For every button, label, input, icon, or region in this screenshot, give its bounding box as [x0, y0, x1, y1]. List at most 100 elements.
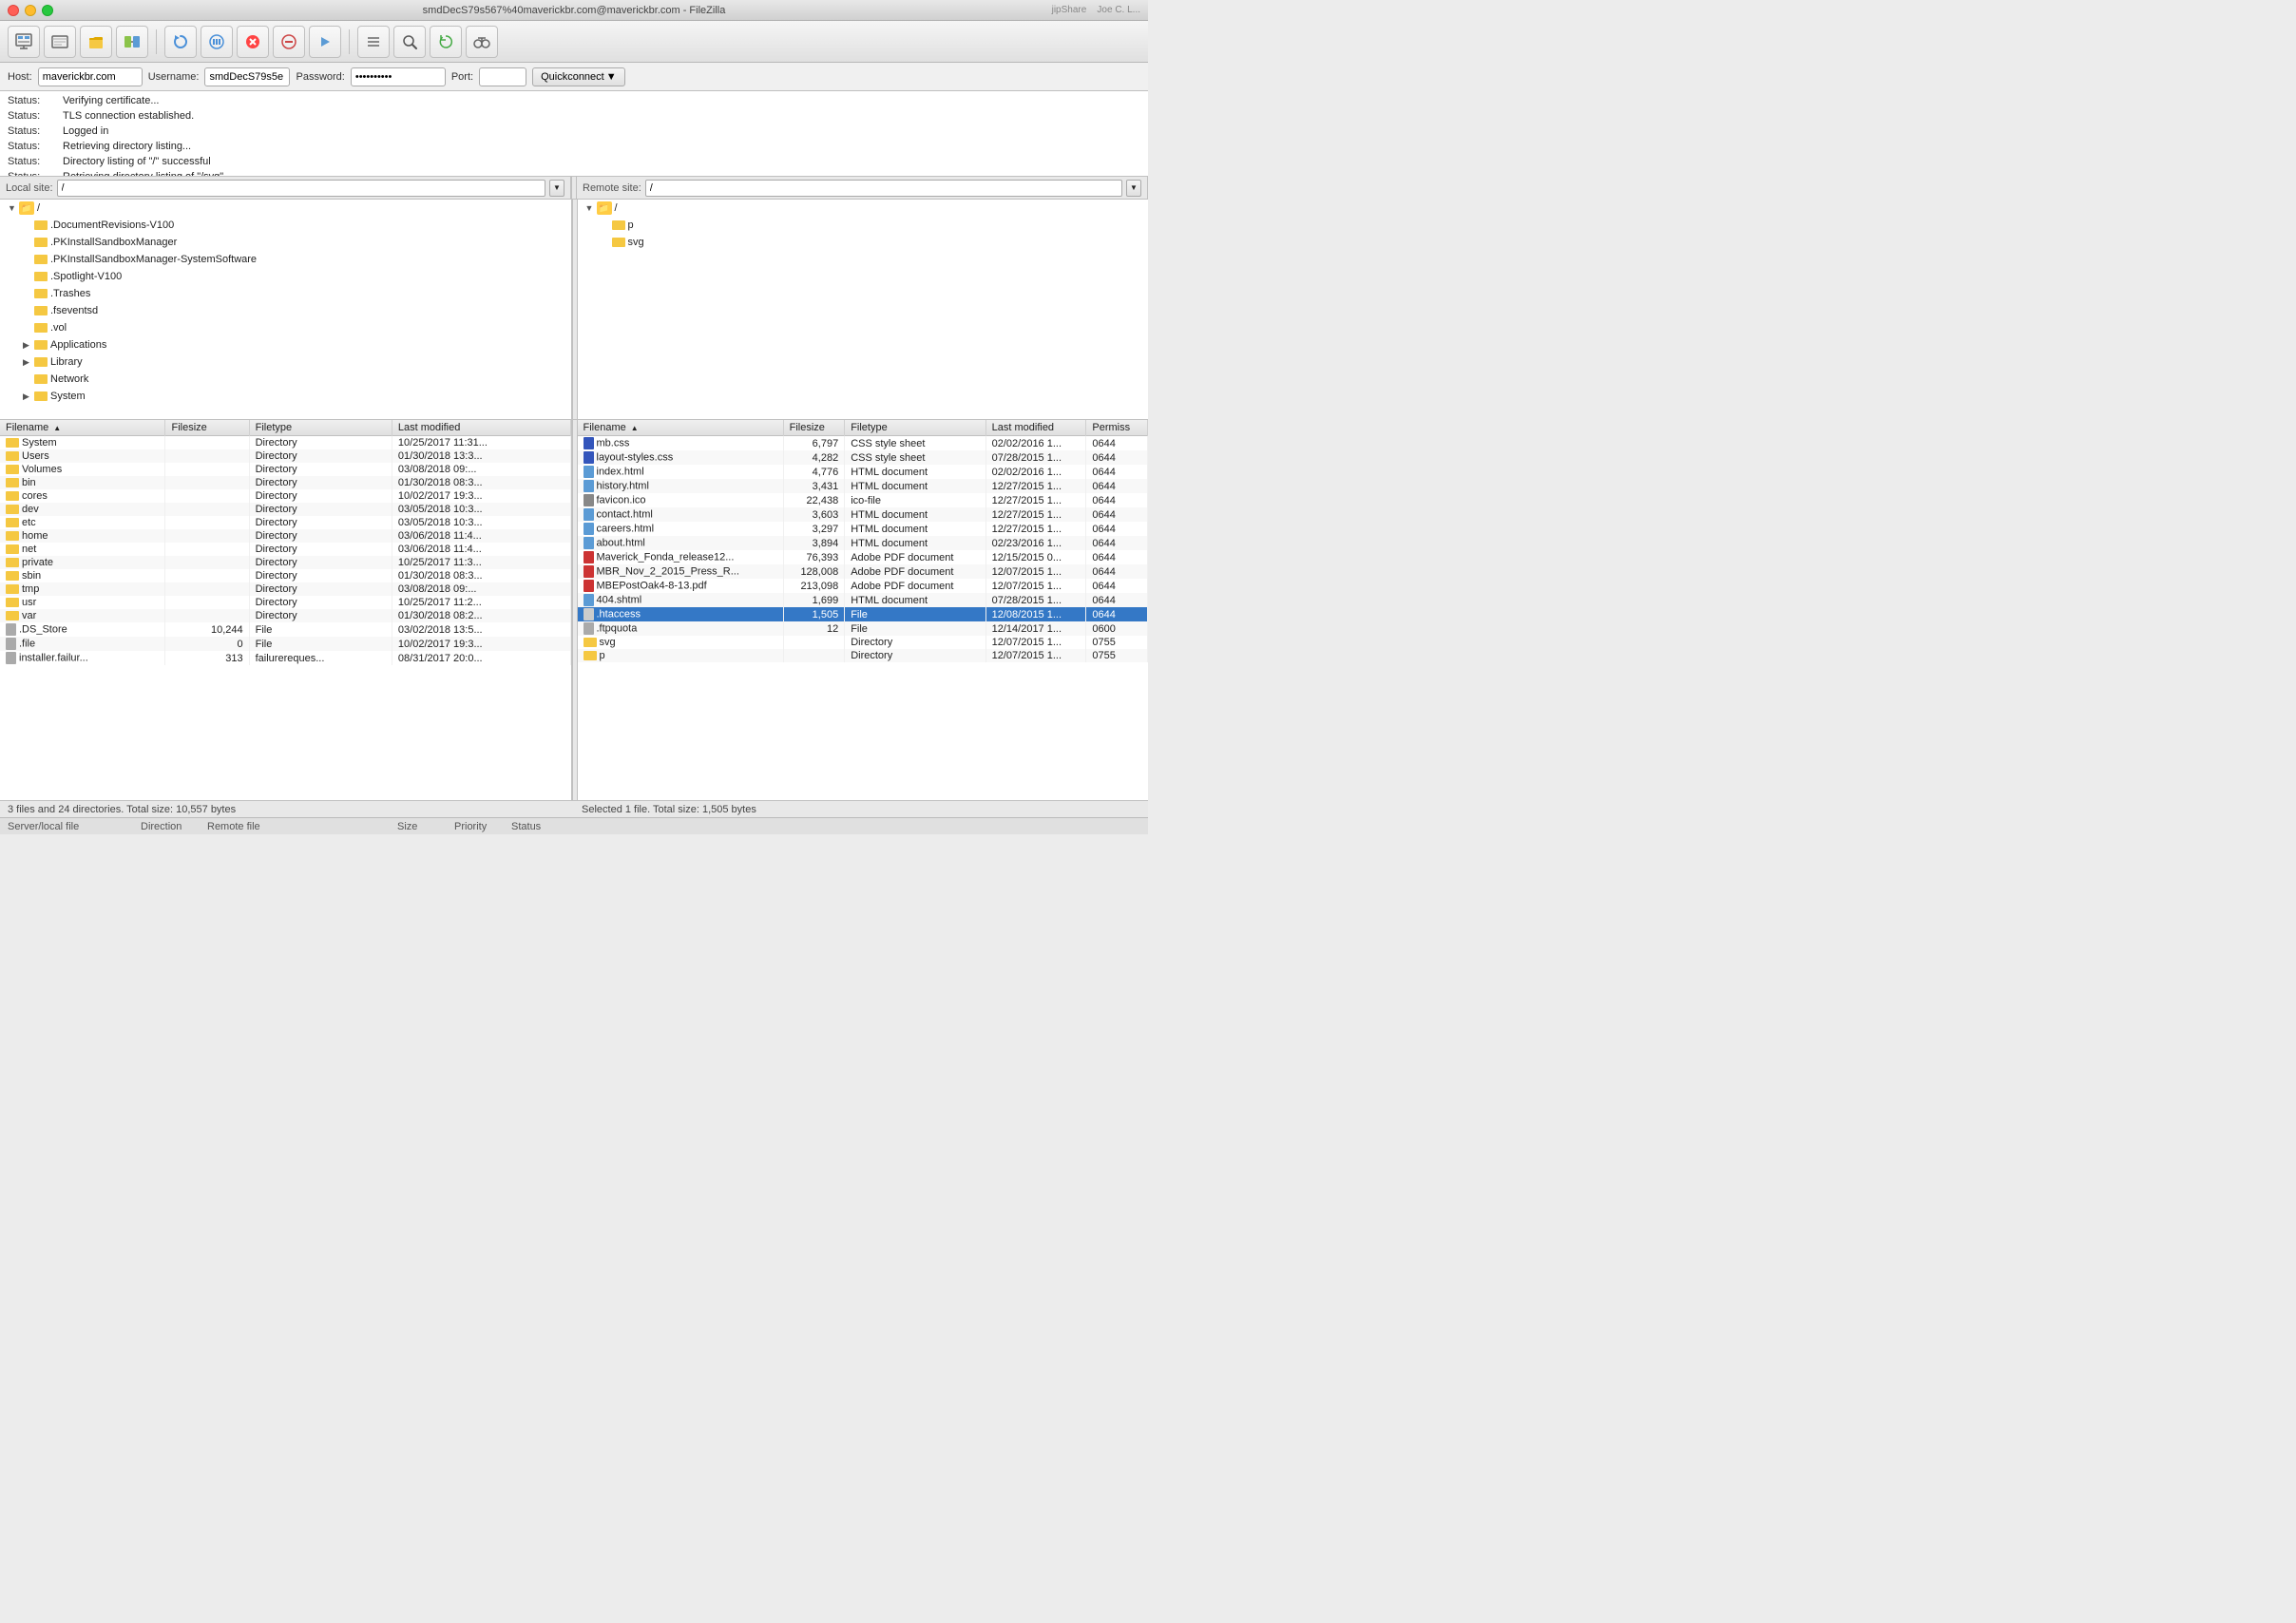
- username-input[interactable]: [204, 67, 290, 86]
- table-row[interactable]: index.html 4,776 HTML document 02/02/201…: [578, 465, 1148, 479]
- refresh-button[interactable]: [164, 26, 197, 58]
- table-row[interactable]: contact.html 3,603 HTML document 12/27/2…: [578, 507, 1148, 522]
- table-row[interactable]: mb.css 6,797 CSS style sheet 02/02/2016 …: [578, 436, 1148, 451]
- local-browser-button[interactable]: [80, 26, 112, 58]
- folder-icon: [6, 544, 19, 554]
- table-row[interactable]: layout-styles.css 4,282 CSS style sheet …: [578, 450, 1148, 465]
- tree-item-label: svg: [628, 237, 644, 248]
- quickconnect-button[interactable]: Quickconnect ▼: [532, 67, 625, 86]
- disconnect-button[interactable]: [273, 26, 305, 58]
- remote-tree-item[interactable]: svg: [578, 234, 1149, 251]
- local-col-filetype[interactable]: Filetype: [249, 420, 392, 436]
- messages-button[interactable]: [44, 26, 76, 58]
- host-input[interactable]: [38, 67, 143, 86]
- remote-col-perms[interactable]: Permiss: [1086, 420, 1148, 436]
- cancel-button[interactable]: [237, 26, 269, 58]
- table-row[interactable]: p Directory 12/07/2015 1... 0755: [578, 649, 1148, 662]
- cell-filename: MBEPostOak4-8-13.pdf: [578, 579, 784, 593]
- table-row[interactable]: .ftpquota 12 File 12/14/2017 1... 0600: [578, 621, 1148, 636]
- root-icon: 📁: [19, 201, 34, 215]
- cell-filetype: CSS style sheet: [845, 436, 985, 451]
- cell-filesize: 4,776: [783, 465, 845, 479]
- local-tree-item[interactable]: ▼📁/: [0, 200, 571, 217]
- cell-filename: usr: [0, 596, 165, 609]
- table-row[interactable]: tmp Directory 03/08/2018 09:...: [0, 582, 570, 596]
- table-row[interactable]: dev Directory 03/05/2018 10:3...: [0, 503, 570, 516]
- local-col-filesize[interactable]: Filesize: [165, 420, 249, 436]
- site-manager-button[interactable]: [8, 26, 40, 58]
- local-tree-item[interactable]: .PKInstallSandboxManager: [0, 234, 571, 251]
- binoculars-button[interactable]: [466, 26, 498, 58]
- cell-filename: mb.css: [578, 436, 784, 451]
- local-tree-item[interactable]: ▶Library: [0, 353, 571, 371]
- minimize-button[interactable]: [25, 5, 36, 16]
- local-site-path[interactable]: [57, 180, 545, 197]
- table-row[interactable]: 404.shtml 1,699 HTML document 07/28/2015…: [578, 593, 1148, 607]
- status-line: Status:Retrieving directory listing...: [8, 139, 1140, 154]
- remote-tree-item[interactable]: ▼📁/: [578, 200, 1149, 217]
- remote-col-modified[interactable]: Last modified: [985, 420, 1086, 436]
- table-row[interactable]: System Directory 10/25/2017 11:31...: [0, 436, 570, 450]
- table-row[interactable]: history.html 3,431 HTML document 12/27/2…: [578, 479, 1148, 493]
- table-row[interactable]: cores Directory 10/02/2017 19:3...: [0, 489, 570, 503]
- table-row[interactable]: MBR_Nov_2_2015_Press_R... 128,008 Adobe …: [578, 564, 1148, 579]
- cell-filename: cores: [0, 489, 165, 503]
- table-row[interactable]: private Directory 10/25/2017 11:3...: [0, 556, 570, 569]
- local-site-dropdown[interactable]: ▼: [549, 180, 564, 197]
- table-row[interactable]: Volumes Directory 03/08/2018 09:...: [0, 463, 570, 476]
- table-row[interactable]: bin Directory 01/30/2018 08:3...: [0, 476, 570, 489]
- table-row[interactable]: MBEPostOak4-8-13.pdf 213,098 Adobe PDF d…: [578, 579, 1148, 593]
- close-button[interactable]: [8, 5, 19, 16]
- table-row[interactable]: usr Directory 10/25/2017 11:2...: [0, 596, 570, 609]
- remote-col-filesize[interactable]: Filesize: [783, 420, 845, 436]
- local-tree-item[interactable]: ▶System: [0, 388, 571, 405]
- table-row[interactable]: net Directory 03/06/2018 11:4...: [0, 543, 570, 556]
- local-tree-item[interactable]: .Trashes: [0, 285, 571, 302]
- table-row[interactable]: home Directory 03/06/2018 11:4...: [0, 529, 570, 543]
- table-row[interactable]: Maverick_Fonda_release12... 76,393 Adobe…: [578, 550, 1148, 564]
- remote-site-dropdown[interactable]: ▼: [1126, 180, 1141, 197]
- remote-site-path[interactable]: [645, 180, 1122, 197]
- tree-item-label: p: [628, 220, 634, 231]
- queue-manager-button[interactable]: [357, 26, 390, 58]
- cell-filename: Users: [0, 449, 165, 463]
- remote-col-filename[interactable]: Filename ▲: [578, 420, 784, 436]
- cell-filesize: 1,505: [783, 607, 845, 621]
- table-row[interactable]: about.html 3,894 HTML document 02/23/201…: [578, 536, 1148, 550]
- local-tree-item[interactable]: Network: [0, 371, 571, 388]
- table-row[interactable]: Users Directory 01/30/2018 13:3...: [0, 449, 570, 463]
- table-row[interactable]: svg Directory 12/07/2015 1... 0755: [578, 636, 1148, 649]
- sync-button[interactable]: [116, 26, 148, 58]
- file-icon: [6, 638, 16, 650]
- reconnect-button[interactable]: [309, 26, 341, 58]
- search-button[interactable]: [393, 26, 426, 58]
- process-queue-button[interactable]: [201, 26, 233, 58]
- table-row[interactable]: .htaccess 1,505 File 12/08/2015 1... 064…: [578, 607, 1148, 621]
- table-row[interactable]: .file 0 File 10/02/2017 19:3...: [0, 637, 570, 651]
- port-input[interactable]: [479, 67, 526, 86]
- table-row[interactable]: favicon.ico 22,438 ico-file 12/27/2015 1…: [578, 493, 1148, 507]
- local-col-modified[interactable]: Last modified: [392, 420, 570, 436]
- local-col-filename[interactable]: Filename ▲: [0, 420, 165, 436]
- local-tree-item[interactable]: ▶Applications: [0, 336, 571, 353]
- table-row[interactable]: installer.failur... 313 failurereques...…: [0, 651, 570, 665]
- cell-perms: 0644: [1086, 593, 1148, 607]
- local-tree-item[interactable]: .vol: [0, 319, 571, 336]
- table-row[interactable]: var Directory 01/30/2018 08:2...: [0, 609, 570, 622]
- maximize-button[interactable]: [42, 5, 53, 16]
- cell-filetype: Directory: [249, 543, 392, 556]
- password-input[interactable]: [351, 67, 446, 86]
- table-row[interactable]: sbin Directory 01/30/2018 08:3...: [0, 569, 570, 582]
- local-tree-item[interactable]: .Spotlight-V100: [0, 268, 571, 285]
- local-tree-item[interactable]: .DocumentRevisions-V100: [0, 217, 571, 234]
- table-row[interactable]: .DS_Store 10,244 File 03/02/2018 13:5...: [0, 622, 570, 637]
- remote-tree-item[interactable]: p: [578, 217, 1149, 234]
- compare-button[interactable]: [430, 26, 462, 58]
- remote-col-filetype[interactable]: Filetype: [845, 420, 985, 436]
- cell-filename: System: [0, 436, 165, 450]
- table-row[interactable]: careers.html 3,297 HTML document 12/27/2…: [578, 522, 1148, 536]
- cell-perms: 0644: [1086, 550, 1148, 564]
- local-tree-item[interactable]: .PKInstallSandboxManager-SystemSoftware: [0, 251, 571, 268]
- table-row[interactable]: etc Directory 03/05/2018 10:3...: [0, 516, 570, 529]
- local-tree-item[interactable]: .fseventsd: [0, 302, 571, 319]
